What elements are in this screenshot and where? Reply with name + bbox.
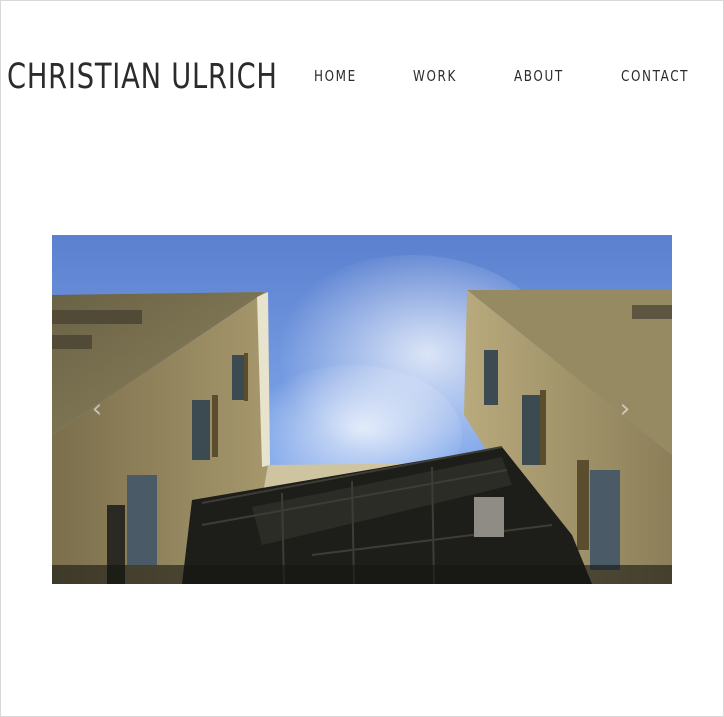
nav-work-link[interactable]: WORK [413,67,457,85]
main-nav: HOME WORK ABOUT CONTACT [0,67,724,89]
nav-contact-link[interactable]: CONTACT [621,67,689,85]
nav-about-link[interactable]: ABOUT [514,67,564,85]
chevron-right-icon[interactable]: › [616,395,634,423]
nav-home-link[interactable]: HOME [314,67,357,85]
hero-image [52,235,672,584]
chevron-left-icon[interactable]: ‹ [88,395,106,423]
